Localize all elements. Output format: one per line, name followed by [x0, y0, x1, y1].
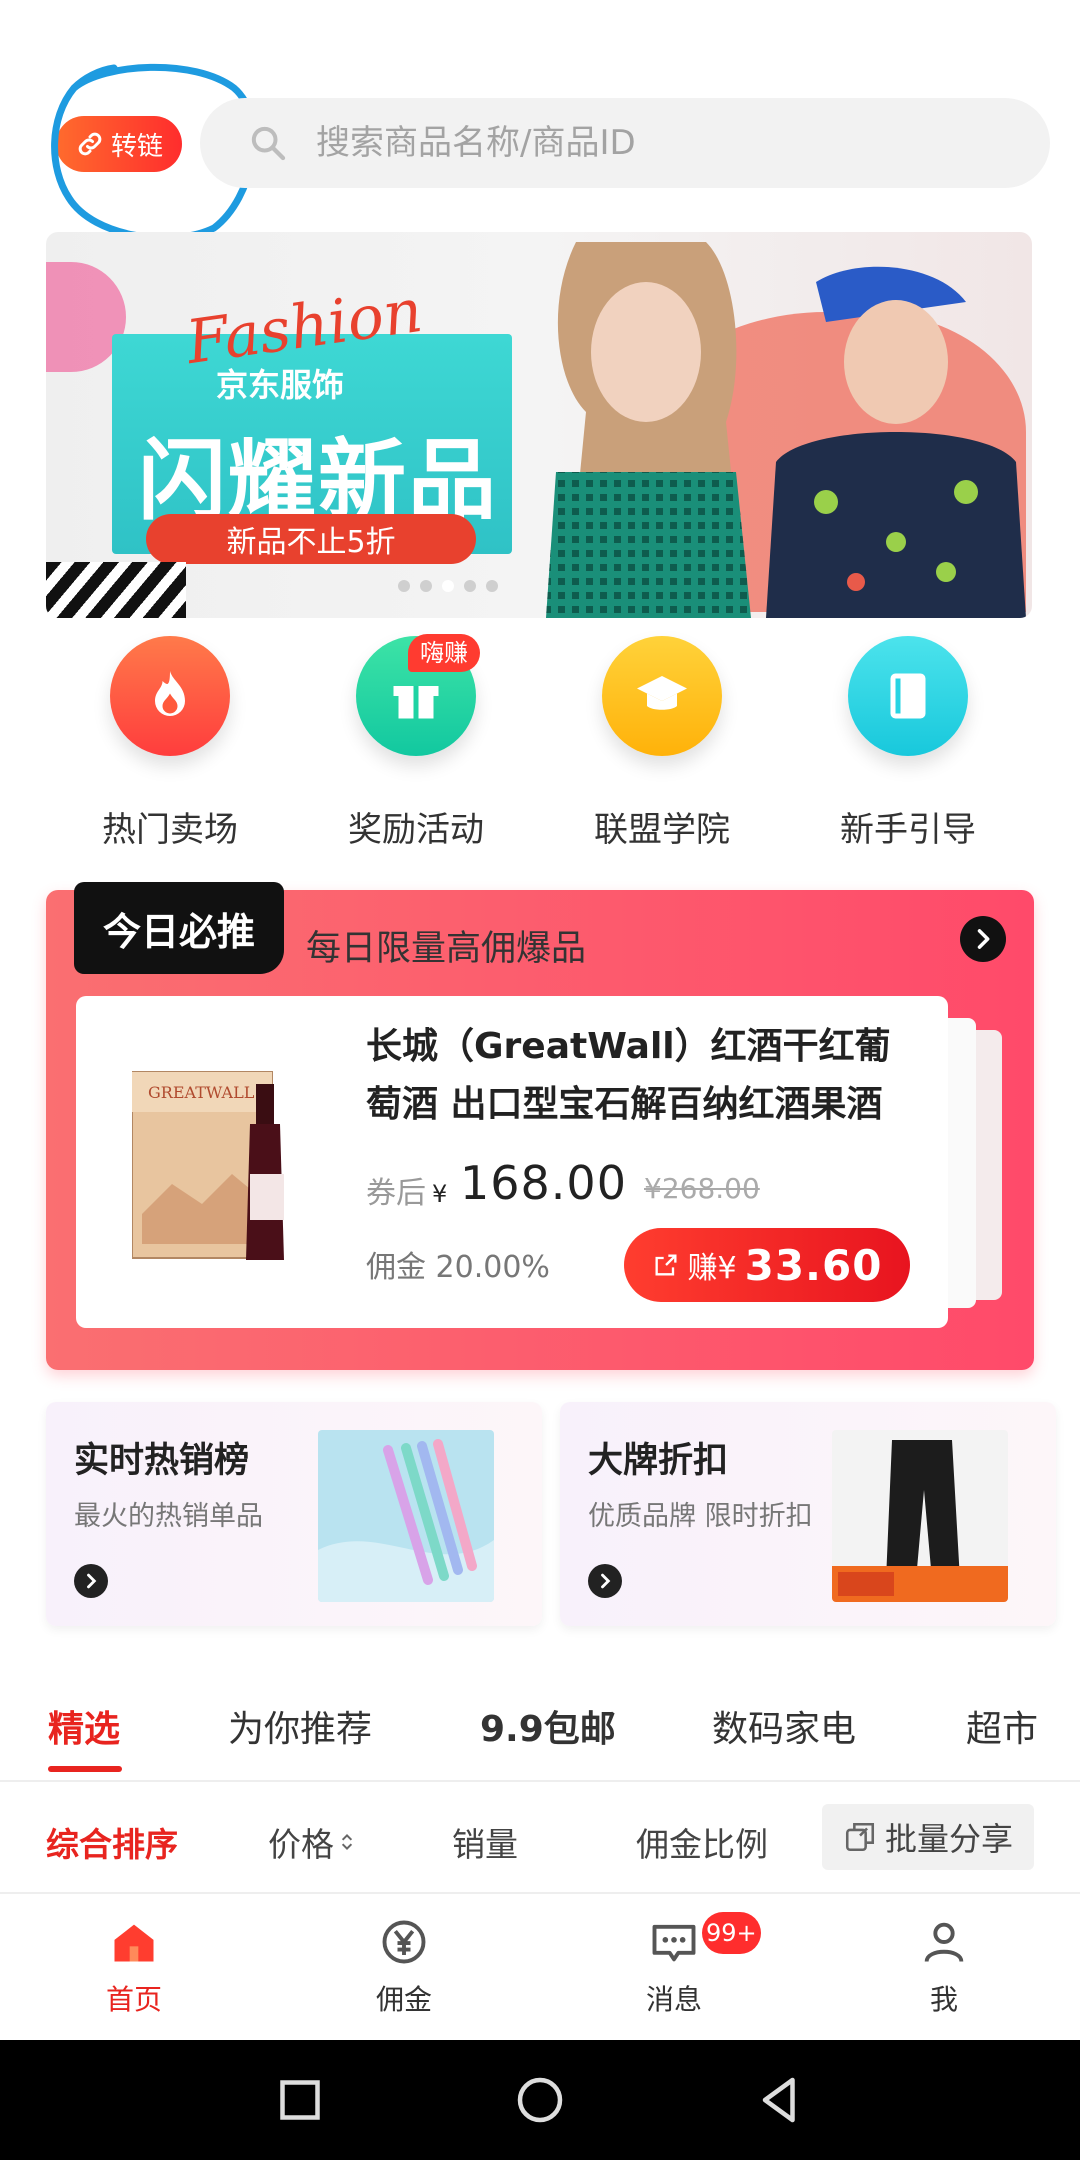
- today-more-button[interactable]: [960, 916, 1006, 962]
- today-subtitle: 每日限量高佣爆品: [306, 929, 587, 969]
- pager-dot: [420, 580, 432, 592]
- earn-label: 赚¥: [687, 1251, 737, 1286]
- convert-link-label: 转链: [110, 131, 163, 162]
- category-label: 奖励活动: [348, 810, 484, 850]
- yen-coin-icon: [382, 1920, 426, 1964]
- tab-featured[interactable]: 精选: [48, 1700, 120, 1752]
- batch-share-label: 批量分享: [884, 1820, 1013, 1858]
- user-icon: [924, 1922, 964, 1963]
- back-triangle-icon[interactable]: [750, 2070, 810, 2130]
- category-hot-market[interactable]: 热门卖场: [70, 636, 270, 851]
- search-bar[interactable]: [200, 98, 1050, 188]
- chevron-right-icon: [87, 1573, 97, 1589]
- category-alliance-academy[interactable]: 联盟学院: [562, 636, 762, 851]
- nav-label: 佣金: [375, 1983, 432, 2016]
- banner-pager: [398, 580, 498, 592]
- recent-apps-icon[interactable]: [270, 2070, 330, 2130]
- nav-home[interactable]: 首页: [54, 1916, 214, 2018]
- pager-dot: [464, 580, 476, 592]
- home-icon: [114, 1924, 154, 1962]
- tab-supermarket[interactable]: 超市: [966, 1700, 1038, 1752]
- chevron-right-icon: [977, 929, 990, 949]
- home-circle-icon[interactable]: [510, 2070, 570, 2130]
- tile-subtitle: 优质品牌 限时折扣: [588, 1501, 813, 1532]
- nav-commission[interactable]: 佣金: [324, 1916, 484, 2018]
- hot-sales-ranking-tile[interactable]: 实时热销榜 最火的热销单品: [46, 1402, 542, 1626]
- category-beginner-guide[interactable]: 新手引导: [808, 636, 1008, 851]
- product-image: GREATWALL: [132, 1071, 284, 1260]
- nav-label: 消息: [645, 1983, 702, 2016]
- category-label: 新手引导: [840, 810, 976, 850]
- sort-comprehensive[interactable]: 综合排序: [46, 1818, 178, 1866]
- tile-go-button[interactable]: [588, 1564, 622, 1598]
- link-icon: [78, 132, 102, 156]
- sort-price-label: 价格: [268, 1825, 334, 1864]
- product-price: 168.00: [460, 1156, 627, 1210]
- category-badge: 嗨赚: [408, 634, 480, 672]
- flame-icon: [110, 636, 230, 756]
- search-icon: [251, 126, 286, 161]
- batch-share-button[interactable]: 批量分享: [822, 1804, 1034, 1870]
- chevron-right-icon: [601, 1573, 611, 1589]
- currency-symbol: ¥: [432, 1180, 448, 1208]
- pants-image: [832, 1430, 1008, 1602]
- brand-discount-tile[interactable]: 大牌折扣 优质品牌 限时折扣: [560, 1402, 1056, 1626]
- nav-me[interactable]: 我: [864, 1916, 1024, 2018]
- banner-model-image: [546, 242, 751, 618]
- pager-dot-active: [442, 580, 454, 592]
- sort-arrows-icon: [341, 1833, 353, 1851]
- product-original-price: ¥268.00: [644, 1172, 760, 1205]
- tab-active-indicator: [48, 1766, 122, 1772]
- nav-label: 首页: [105, 1983, 162, 2016]
- banner-decoration: [46, 562, 186, 618]
- book-icon: [848, 636, 968, 756]
- product-title: 长城（GreatWall）红酒干红葡萄酒 出口型宝石解百纳红酒果酒: [366, 1026, 891, 1125]
- tile-title: 大牌折扣: [588, 1441, 729, 1481]
- product-card[interactable]: GREATWALL 长城（GreatWall）红酒干红葡萄酒 出口型宝石解百纳红…: [76, 996, 948, 1328]
- earn-value: 33.60: [744, 1240, 883, 1290]
- category-tabs: 精选 为你推荐 9.9包邮 数码家电 超市: [0, 1690, 1080, 1782]
- banner-model-image: [766, 266, 1026, 618]
- sort-price[interactable]: 价格: [268, 1818, 354, 1866]
- banner-subtitle: 京东服饰: [216, 366, 345, 404]
- pager-dot: [486, 580, 498, 592]
- tile-go-button[interactable]: [74, 1564, 108, 1598]
- search-input[interactable]: [314, 122, 1018, 164]
- tile-subtitle: 最火的热销单品: [74, 1501, 263, 1532]
- after-coupon-label: 券后: [366, 1176, 426, 1211]
- system-navigation-bar: [0, 2040, 1080, 2160]
- message-icon: [652, 1924, 696, 1962]
- tab-free-shipping[interactable]: 9.9包邮: [480, 1700, 616, 1752]
- tile-title: 实时热销榜: [74, 1441, 250, 1481]
- svg-text:GREATWALL: GREATWALL: [148, 1083, 255, 1102]
- graduation-cap-icon: [602, 636, 722, 756]
- convert-link-button[interactable]: 转链: [56, 116, 182, 172]
- batch-share-icon: [845, 1822, 875, 1852]
- pager-dot: [398, 580, 410, 592]
- tab-digital-appliances[interactable]: 数码家电: [712, 1700, 856, 1752]
- sort-sales[interactable]: 销量: [452, 1818, 518, 1866]
- messages-badge: 99+: [702, 1912, 761, 1954]
- share-icon: [655, 1254, 677, 1276]
- promo-banner[interactable]: Fashion 京东服饰 闪耀新品 新品不止5折: [46, 232, 1032, 618]
- bottom-nav: 首页 佣金 消息 我: [0, 1894, 1080, 2040]
- earn-share-button[interactable]: 赚¥ 33.60: [624, 1228, 910, 1302]
- today-tag: 今日必推: [74, 882, 284, 974]
- divider: [0, 1780, 1080, 1782]
- category-label: 联盟学院: [594, 810, 730, 850]
- nav-label: 我: [929, 1983, 958, 2016]
- tab-recommended[interactable]: 为你推荐: [228, 1700, 372, 1752]
- sort-commission-rate[interactable]: 佣金比例: [636, 1818, 768, 1866]
- category-label: 热门卖场: [102, 810, 238, 850]
- banner-pill: 新品不止5折: [146, 514, 476, 564]
- commission-rate: 佣金 20.00%: [366, 1250, 550, 1285]
- toothbrush-image: [318, 1430, 494, 1602]
